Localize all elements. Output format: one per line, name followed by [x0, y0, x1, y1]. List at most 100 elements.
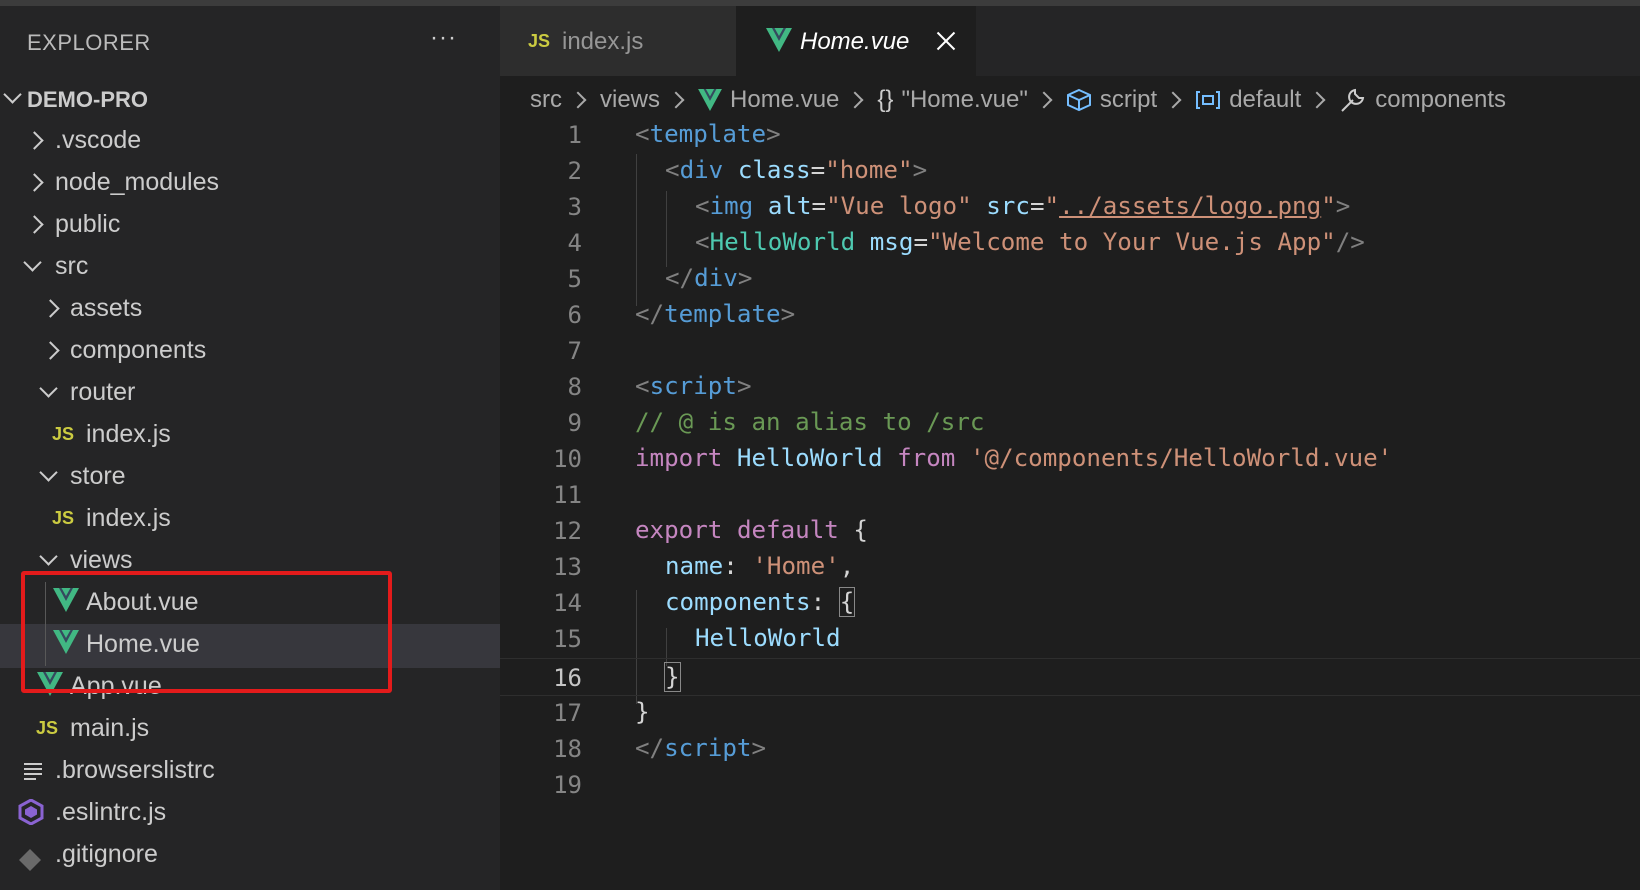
breadcrumb-label: default [1229, 86, 1302, 113]
breadcrumb-item-module[interactable]: {} "Home.vue" [877, 86, 1027, 114]
breadcrumb-item-default[interactable]: default [1195, 86, 1301, 114]
chevron-right-icon [846, 91, 864, 109]
code-line: 8 <script> [500, 368, 1640, 406]
code-line: 18 </script> [500, 730, 1640, 768]
code-text: export default { [635, 516, 868, 544]
code-line-current: 16 } [500, 658, 1640, 696]
tree-item-eslintrc-js[interactable]: .eslintrc.js [0, 792, 500, 836]
breadcrumb-item-components[interactable]: components [1339, 86, 1506, 114]
tree-item-store[interactable]: store [0, 456, 500, 500]
code-text: <img alt="Vue logo" src="../assets/logo.… [695, 192, 1351, 220]
tree-item-browserslistrc[interactable]: .browserslistrc [0, 750, 500, 794]
variable-icon [1195, 89, 1221, 111]
tree-item-router-index-js[interactable]: JS index.js [0, 414, 500, 458]
chevron-right-icon [667, 91, 685, 109]
code-text: name: 'Home', [665, 552, 855, 580]
tree-item-gitignore[interactable]: .gitignore [0, 834, 500, 878]
tab-bar: JS index.js Home.vue [500, 6, 1640, 76]
javascript-file-icon: JS [36, 718, 59, 738]
highlight-box [21, 571, 392, 693]
tree-item-node-modules[interactable]: node_modules [0, 162, 500, 206]
code-line: 7 [500, 332, 1640, 370]
breadcrumb-label: Home.vue [730, 86, 840, 113]
code-text: HelloWorld [695, 624, 841, 652]
tree-item-vscode[interactable]: .vscode [0, 120, 500, 164]
code-text: </template> [635, 300, 796, 328]
tree-item-label: index.js [86, 504, 171, 532]
tree-item-label: assets [70, 294, 143, 322]
code-editor[interactable]: 1 <template> 2 <div class="home"> 3 <img… [500, 120, 1640, 890]
code-line: 2 <div class="home"> [500, 152, 1640, 190]
tree-item-label: src [55, 252, 89, 280]
close-icon[interactable] [933, 28, 959, 54]
chevron-right-icon [569, 91, 587, 109]
code-line: 9 // @ is an alias to /src [500, 404, 1640, 442]
line-number: 2 [567, 157, 582, 185]
explorer-title: EXPLORER [27, 30, 151, 55]
breadcrumb-item-views[interactable]: views [600, 86, 660, 114]
breadcrumb-label: components [1375, 86, 1507, 113]
breadcrumb-item-home-vue[interactable]: Home.vue [698, 86, 839, 114]
text-file-icon [24, 760, 42, 790]
file-link: ../assets/logo.png [1059, 192, 1322, 220]
tree-item-src[interactable]: src [0, 246, 500, 290]
tab-home-vue[interactable]: Home.vue [736, 6, 976, 76]
breadcrumb-item-script[interactable]: script [1066, 86, 1157, 114]
code-text: } [635, 698, 650, 726]
line-number: 7 [567, 337, 582, 365]
code-line: 4 <HelloWorld msg="Welcome to Your Vue.j… [500, 224, 1640, 262]
code-line: 13 name: 'Home', [500, 548, 1640, 586]
breadcrumb: src views Home.vue {} "Home.vue" script … [530, 80, 1506, 120]
breadcrumb-item-src[interactable]: src [530, 86, 562, 114]
chevron-right-icon [1164, 91, 1182, 109]
line-number: 1 [567, 121, 582, 149]
matching-brace: } [664, 662, 681, 692]
chevron-right-icon [1308, 91, 1326, 109]
tab-label: Home.vue [800, 28, 910, 55]
module-box-icon [1066, 88, 1092, 112]
tab-index-js[interactable]: JS index.js [500, 6, 736, 76]
code-text: // @ is an alias to /src [635, 408, 985, 436]
tab-label: index.js [562, 28, 644, 55]
code-text: <script> [635, 372, 752, 400]
line-number: 9 [567, 409, 582, 437]
code-line: 3 <img alt="Vue logo" src="../assets/log… [500, 188, 1640, 226]
tree-item-label: store [70, 462, 126, 490]
chevron-down-icon [36, 378, 60, 408]
tree-item-components[interactable]: components [0, 330, 500, 374]
tree-item-assets[interactable]: assets [0, 288, 500, 332]
line-number: 4 [567, 229, 582, 257]
vue-file-icon [698, 89, 722, 111]
code-line: 15 HelloWorld [500, 620, 1640, 658]
chevron-down-icon [0, 84, 24, 114]
chevron-right-icon [24, 210, 48, 240]
tree-item-label: .vscode [55, 126, 142, 154]
code-text: </script> [635, 734, 767, 762]
line-number: 17 [553, 699, 582, 727]
wrench-icon [1339, 86, 1367, 114]
more-actions-icon[interactable]: ··· [430, 24, 457, 52]
eslint-file-icon [18, 798, 44, 829]
chevron-down-icon [20, 252, 44, 282]
tree-item-public[interactable]: public [0, 204, 500, 248]
git-file-icon [18, 848, 44, 878]
breadcrumb-label: "Home.vue" [901, 86, 1028, 113]
breadcrumb-label: script [1099, 86, 1158, 113]
code-line: 1 <template> [500, 116, 1640, 154]
breadcrumb-label: src [530, 86, 562, 113]
code-text: components: { [665, 587, 856, 617]
tree-item-store-index-js[interactable]: JS index.js [0, 498, 500, 542]
code-text: } [664, 662, 681, 692]
breadcrumb-label: views [600, 86, 661, 113]
tree-item-label: index.js [86, 420, 171, 448]
code-text: </div> [665, 264, 753, 292]
tree-item-main-js[interactable]: JS main.js [0, 708, 500, 752]
braces-icon: {} [877, 86, 894, 113]
tree-root-demo-pro[interactable]: DEMO-PRO [0, 78, 500, 122]
line-number: 3 [567, 193, 582, 221]
code-line: 12 export default { [500, 512, 1640, 550]
code-line: 6 </template> [500, 296, 1640, 334]
tree-item-router[interactable]: router [0, 372, 500, 416]
code-line: 11 [500, 476, 1640, 514]
line-number: 18 [553, 735, 582, 763]
